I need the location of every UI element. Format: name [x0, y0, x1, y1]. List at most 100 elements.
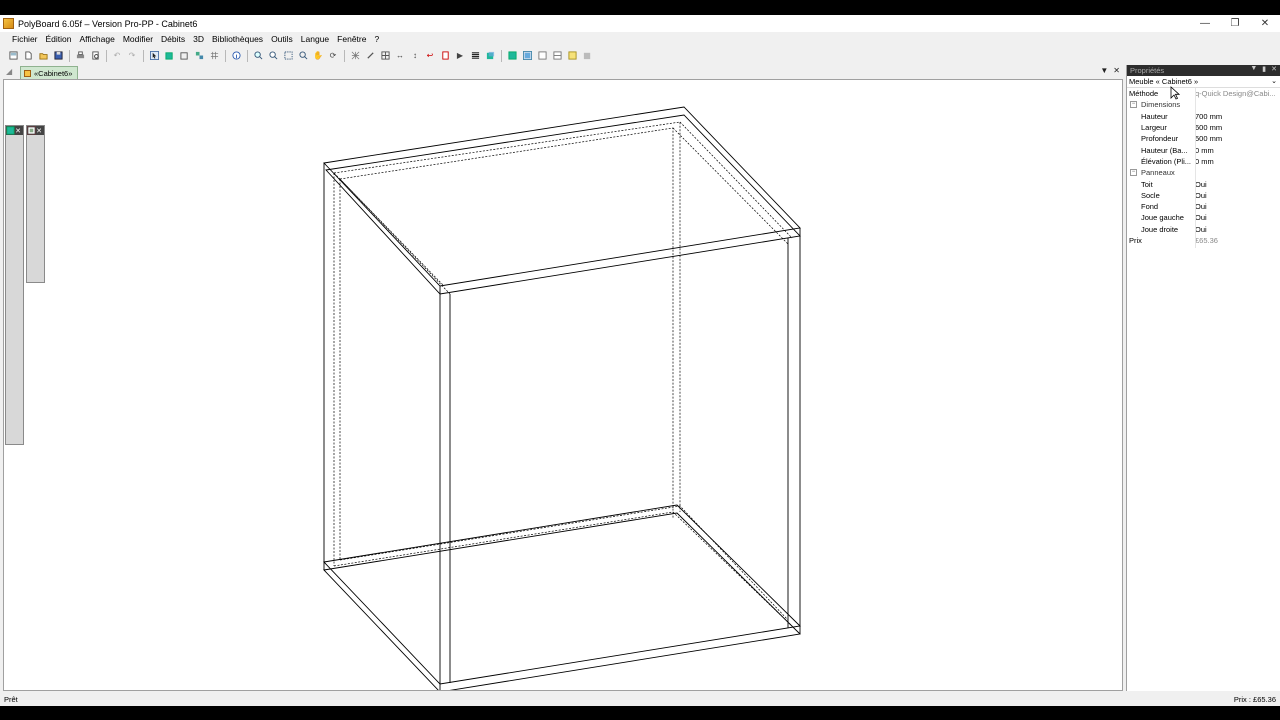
restore-button[interactable]: ❐	[1220, 15, 1250, 32]
door-icon[interactable]	[438, 49, 452, 62]
zoom-out-icon[interactable]	[266, 49, 280, 62]
property-value[interactable]: Oui	[1195, 213, 1280, 222]
menu-3d[interactable]: 3D	[189, 34, 208, 44]
tab-cabinet6[interactable]: «Cabinet6»	[20, 66, 78, 79]
property-value[interactable]: 0 mm	[1195, 146, 1280, 155]
select-icon[interactable]	[147, 49, 161, 62]
property-row[interactable]: Joue gauche Oui	[1127, 212, 1280, 223]
panel-pink-icon[interactable]	[27, 126, 44, 171]
material-icon[interactable]	[483, 49, 497, 62]
component-icon[interactable]	[27, 126, 44, 279]
parallelogram-tool-icon[interactable]	[6, 127, 23, 387]
pin-icon[interactable]: ▮	[1262, 65, 1266, 73]
height-arrows-icon[interactable]: ↕	[408, 49, 422, 62]
properties-header[interactable]: Propriétés ▼ ▮ ✕	[1127, 65, 1280, 76]
more-tools-icon[interactable]	[580, 49, 594, 62]
close-panel-icon[interactable]: ✕	[1271, 65, 1277, 73]
property-row[interactable]: Prix £65.36	[1127, 235, 1280, 246]
layers-icon[interactable]	[468, 49, 482, 62]
new-project-icon[interactable]	[6, 49, 20, 62]
cabinet-side-icon[interactable]	[535, 49, 549, 62]
pan-hand-icon[interactable]: ✋	[311, 49, 325, 62]
menu-bibliotheques[interactable]: Bibliothèques	[208, 34, 267, 44]
property-row[interactable]: Largeur 600 mm	[1127, 122, 1280, 133]
redo-icon[interactable]: ↷	[125, 49, 139, 62]
property-row[interactable]: Fond Oui	[1127, 201, 1280, 212]
zoom-extents-icon[interactable]	[281, 49, 295, 62]
view-wire-icon[interactable]	[177, 49, 191, 62]
tab-list-icon[interactable]: ▼	[1100, 66, 1108, 75]
property-value[interactable]: 500 mm	[1195, 134, 1280, 143]
notes-icon[interactable]	[565, 49, 579, 62]
cut-corner-tool-icon[interactable]	[6, 126, 23, 333]
cabinet-tool-icon[interactable]	[6, 126, 23, 153]
property-row[interactable]: Socle Oui	[1127, 190, 1280, 201]
menu-debits[interactable]: Débits	[157, 34, 189, 44]
property-value[interactable]: 0 mm	[1195, 157, 1280, 166]
drawing-canvas[interactable]: ▼✕ ▼✕	[3, 79, 1123, 691]
cabinet-front-icon[interactable]	[520, 49, 534, 62]
leg-tool-icon[interactable]	[6, 126, 23, 369]
plan-view-icon[interactable]	[378, 49, 392, 62]
divider-tool-icon[interactable]	[6, 126, 23, 189]
close-button[interactable]: ✕	[1250, 15, 1280, 32]
menu-edition[interactable]: Édition	[42, 34, 76, 44]
menu-help[interactable]: ?	[370, 34, 383, 44]
shelf-tool-icon[interactable]	[6, 127, 23, 171]
collapse-icon[interactable]: −	[1130, 101, 1137, 109]
view-3d-solid-icon[interactable]	[162, 49, 176, 62]
minimize-button[interactable]: —	[1190, 15, 1220, 32]
undo-icon[interactable]: ↶	[110, 49, 124, 62]
property-value[interactable]: Oui	[1195, 202, 1280, 211]
chevron-down-icon[interactable]: ⌄	[1271, 77, 1277, 85]
grid-red-icon[interactable]	[27, 126, 44, 225]
hardware-icon[interactable]	[27, 126, 44, 261]
shelf-green-icon[interactable]	[27, 126, 44, 189]
property-row[interactable]: Profondeur 500 mm	[1127, 133, 1280, 144]
menu-fenetre[interactable]: Fenêtre	[333, 34, 370, 44]
property-row[interactable]: Hauteur 700 mm	[1127, 111, 1280, 122]
roof-tool-icon[interactable]	[6, 126, 23, 315]
category-dimensions[interactable]: − Dimensions	[1127, 99, 1280, 110]
property-row[interactable]: Hauteur (Ba... 0 mm	[1127, 144, 1280, 155]
rotate-icon[interactable]: ⟳	[326, 49, 340, 62]
new-file-icon[interactable]	[21, 49, 35, 62]
property-value[interactable]: Oui	[1195, 180, 1280, 189]
arrow-tool-icon[interactable]	[6, 126, 23, 405]
width-arrows-icon[interactable]: ↔	[393, 49, 407, 62]
edging-tool-icon[interactable]	[6, 127, 23, 423]
property-row[interactable]: Toit Oui	[1127, 178, 1280, 189]
print-preview-icon[interactable]	[88, 49, 102, 62]
cut-tool-icon[interactable]	[27, 127, 44, 243]
menu-fichier[interactable]: Fichier	[8, 34, 42, 44]
panel-menu-icon[interactable]: ▼	[1250, 65, 1257, 73]
category-panneaux[interactable]: − Panneaux	[1127, 167, 1280, 178]
face-frame-tool-icon[interactable]	[6, 126, 23, 261]
view-multi-icon[interactable]	[192, 49, 206, 62]
info-icon[interactable]	[229, 49, 243, 62]
drawer-stack-tool-icon[interactable]	[6, 126, 23, 297]
menu-outils[interactable]: Outils	[267, 34, 297, 44]
collapse-icon[interactable]: −	[1130, 169, 1137, 177]
open-folder-icon[interactable]	[36, 49, 50, 62]
property-value[interactable]: 600 mm	[1195, 123, 1280, 132]
property-value[interactable]: 700 mm	[1195, 112, 1280, 121]
measure-icon[interactable]	[363, 49, 377, 62]
material-tool-icon[interactable]	[6, 126, 23, 441]
back-arrow-icon[interactable]: ↩	[423, 49, 437, 62]
object-selector[interactable]: Meuble « Cabinet6 » ⌄	[1127, 76, 1280, 88]
property-row[interactable]: Joue droite Oui	[1127, 224, 1280, 235]
menu-langue[interactable]: Langue	[297, 34, 333, 44]
panel-tool-icon[interactable]	[6, 126, 23, 225]
property-row[interactable]: Méthode q-Quick Design@Cabi...	[1127, 88, 1280, 99]
zoom-window-icon[interactable]	[296, 49, 310, 62]
view-grid-icon[interactable]	[207, 49, 221, 62]
print-icon[interactable]	[73, 49, 87, 62]
tab-scroll-icon[interactable]: ◢	[6, 67, 12, 76]
door-tool-icon[interactable]	[6, 126, 23, 207]
property-value[interactable]: q-Quick Design@Cabi...	[1195, 89, 1280, 98]
property-row[interactable]: Élévation (Pli... 0 mm	[1127, 156, 1280, 167]
cabinet-view-icon[interactable]	[505, 49, 519, 62]
property-value[interactable]: Oui	[1195, 191, 1280, 200]
trapezoid-tool-icon[interactable]	[6, 126, 23, 351]
